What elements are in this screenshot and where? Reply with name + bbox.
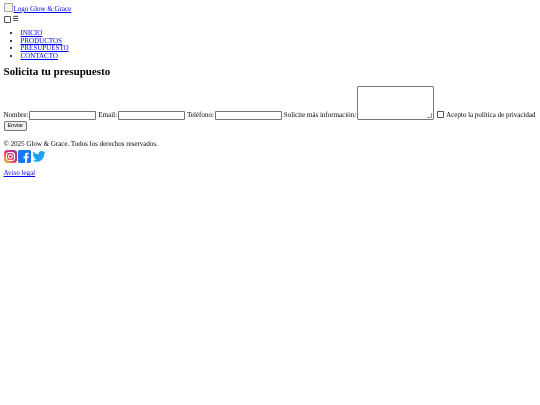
- submit-button[interactable]: Enviar: [3, 121, 28, 132]
- phone-label: Teléfono:: [187, 111, 214, 120]
- name-input[interactable]: [29, 111, 97, 121]
- facebook-icon[interactable]: [17, 150, 31, 164]
- info-label: Solicite más información:: [283, 111, 357, 120]
- privacy-label: Acepto la política de privacidad: [446, 111, 536, 120]
- submit-row: Enviar: [3, 121, 28, 132]
- copyright-text: © 2025 Glow & Grace. Todos los derechos …: [3, 140, 158, 149]
- broken-image-icon: [3, 3, 13, 12]
- nav-item-productos: PRODUCTOS: [21, 37, 537, 46]
- logo-link[interactable]: Logo Glow & Grace: [3, 3, 72, 13]
- form-fields-row: Nombre: Email: Teléfono: Solicite más in…: [3, 84, 537, 121]
- legal-notice-link[interactable]: Aviso legal: [4, 169, 36, 177]
- nav-link-contacto[interactable]: CONTACTO: [21, 52, 58, 60]
- info-textarea[interactable]: [357, 86, 435, 121]
- nav-item-inicio: INICIO: [21, 29, 537, 38]
- email-label: Email:: [98, 111, 118, 120]
- name-label: Nombre:: [3, 111, 29, 120]
- menu-toggle: ☰: [3, 15, 537, 24]
- main-content: Solicita tu presupuesto Nombre: Email: T…: [3, 65, 537, 132]
- privacy-checkbox[interactable]: [437, 111, 445, 119]
- site-header: Logo Glow & Grace ☰ INICIO PRODUCTOS PRE…: [3, 3, 537, 61]
- social-links: [3, 150, 537, 164]
- page: Logo Glow & Grace ☰ INICIO PRODUCTOS PRE…: [0, 0, 540, 177]
- nav-item-contacto: CONTACTO: [21, 52, 537, 61]
- menu-toggle-checkbox[interactable]: [3, 16, 11, 23]
- email-input[interactable]: [118, 111, 186, 121]
- page-title: Solicita tu presupuesto: [3, 66, 111, 79]
- instagram-icon[interactable]: [3, 150, 17, 164]
- twitter-icon[interactable]: [31, 150, 46, 163]
- main-nav: INICIO PRODUCTOS PRESUPUESTO CONTACTO: [4, 29, 537, 61]
- quote-form: Nombre: Email: Teléfono: Solicite más in…: [3, 84, 537, 132]
- nav-item-presupuesto: PRESUPUESTO: [21, 44, 537, 53]
- logo-alt-text: Logo Glow & Grace: [13, 5, 72, 13]
- site-footer: © 2025 Glow & Grace. Todos los derechos …: [3, 140, 537, 177]
- hamburger-icon[interactable]: ☰: [13, 16, 19, 23]
- phone-input[interactable]: [214, 111, 282, 121]
